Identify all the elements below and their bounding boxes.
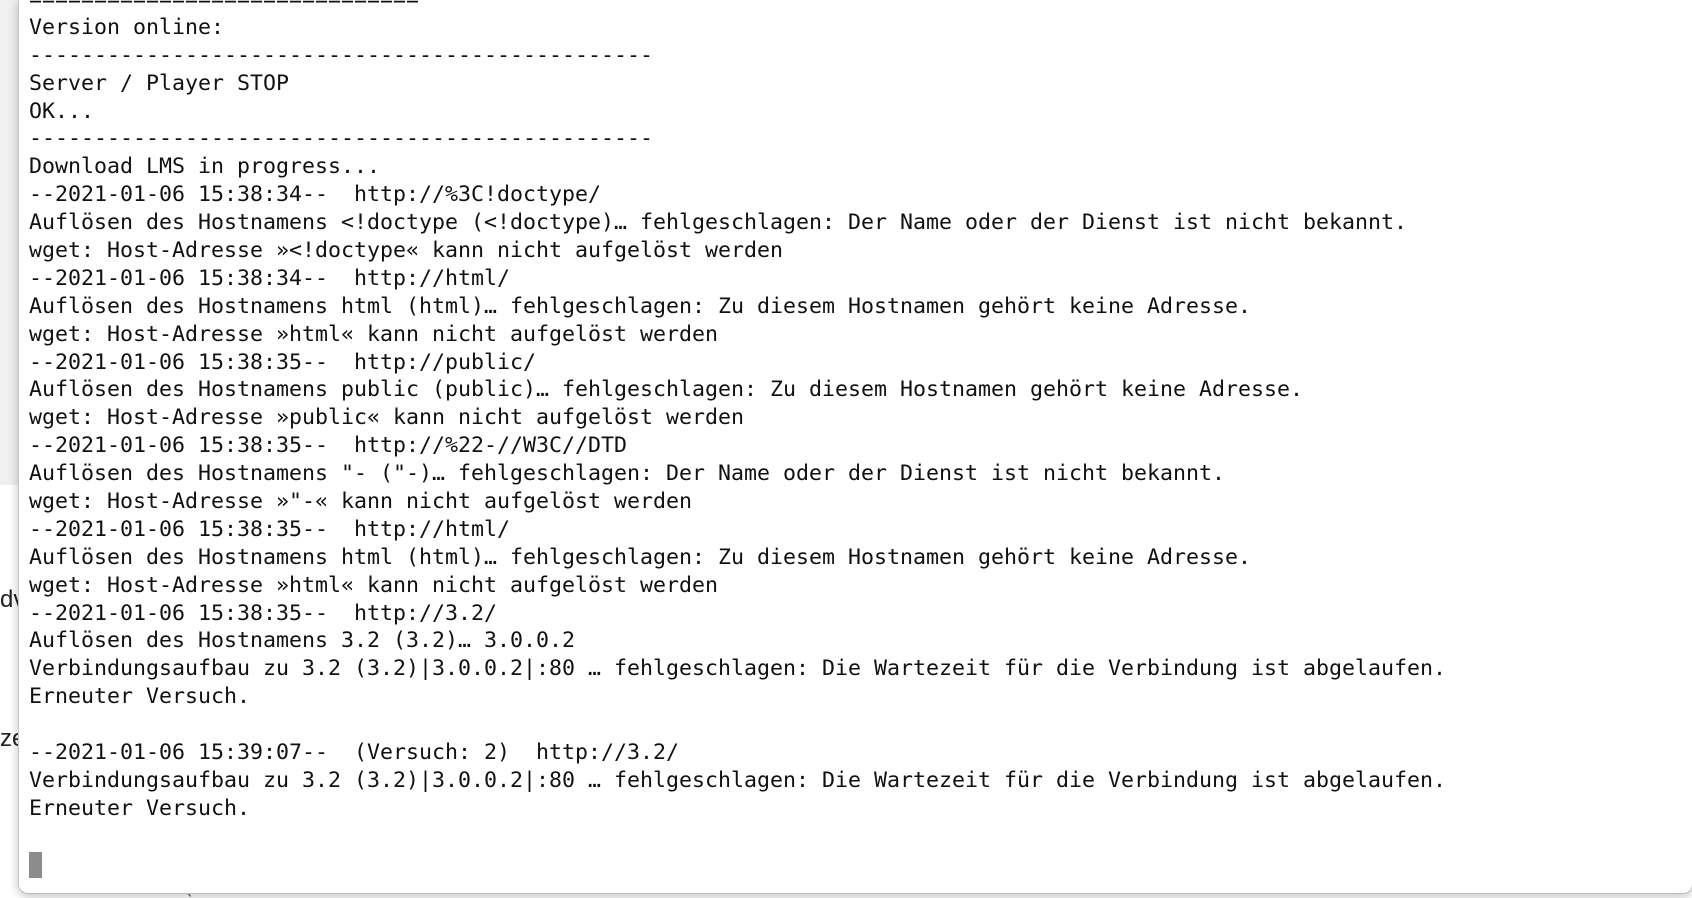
terminal-line: Auflösen des Hostnamens <!doctype (<!doc… [29, 210, 1408, 236]
terminal-line: ----------------------------------------… [29, 42, 654, 68]
terminal-line: Verbindungsaufbau zu 3.2 (3.2)|3.0.0.2|:… [29, 656, 1447, 682]
terminal-line: ----------------------------------------… [29, 126, 654, 152]
terminal-line: wget: Host-Adresse »html« kann nicht auf… [29, 572, 719, 598]
terminal-line: --2021-01-06 15:38:34-- http://html/ [29, 265, 511, 291]
terminal-line: Auflösen des Hostnamens html (html)… feh… [29, 293, 1252, 319]
terminal-line: Verbindungsaufbau zu 3.2 (3.2)|3.0.0.2|:… [29, 767, 1447, 793]
terminal-line: Version online: [29, 14, 225, 40]
terminal-window[interactable]: ==============================Version on… [18, 0, 1692, 894]
terminal-line: --2021-01-06 15:38:35-- http://3.2/ [29, 600, 498, 626]
terminal-line: Auflösen des Hostnamens "- ("-)… fehlges… [29, 461, 1226, 487]
terminal-line: --2021-01-06 15:38:35-- http://%22-//W3C… [29, 433, 628, 459]
terminal-line: --2021-01-06 15:38:35-- http://html/ [29, 516, 511, 542]
terminal-line: Auflösen des Hostnamens html (html)… feh… [29, 544, 1252, 570]
terminal-line: wget: Host-Adresse »"-« kann nicht aufge… [29, 489, 693, 515]
terminal-cursor [29, 851, 42, 878]
terminal-line: wget: Host-Adresse »public« kann nicht a… [29, 405, 745, 431]
terminal-line: Server / Player STOP [29, 70, 290, 96]
terminal-line: ============================== [29, 0, 1446, 14]
terminal-line: wget: Host-Adresse »<!doctype« kann nich… [29, 238, 784, 264]
terminal-prompt-line[interactable] [29, 851, 1446, 879]
terminal-line: Auflösen des Hostnamens public (public)…… [29, 377, 1304, 403]
terminal-line: Download LMS in progress... [29, 154, 381, 180]
terminal-line: Auflösen des Hostnamens 3.2 (3.2)… 3.0.0… [29, 628, 576, 654]
terminal-output[interactable]: ==============================Version on… [29, 0, 1446, 879]
terminal-line: Erneuter Versuch. [29, 684, 251, 710]
terminal-line: --2021-01-06 15:38:34-- http://%3C!docty… [29, 182, 602, 208]
terminal-line: --2021-01-06 15:39:07-- (Versuch: 2) htt… [29, 740, 680, 766]
terminal-line: OK... [29, 98, 95, 124]
terminal-line: wget: Host-Adresse »html« kann nicht auf… [29, 321, 719, 347]
terminal-line: --2021-01-06 15:38:35-- http://public/ [29, 349, 537, 375]
terminal-line: Erneuter Versuch. [29, 795, 251, 821]
